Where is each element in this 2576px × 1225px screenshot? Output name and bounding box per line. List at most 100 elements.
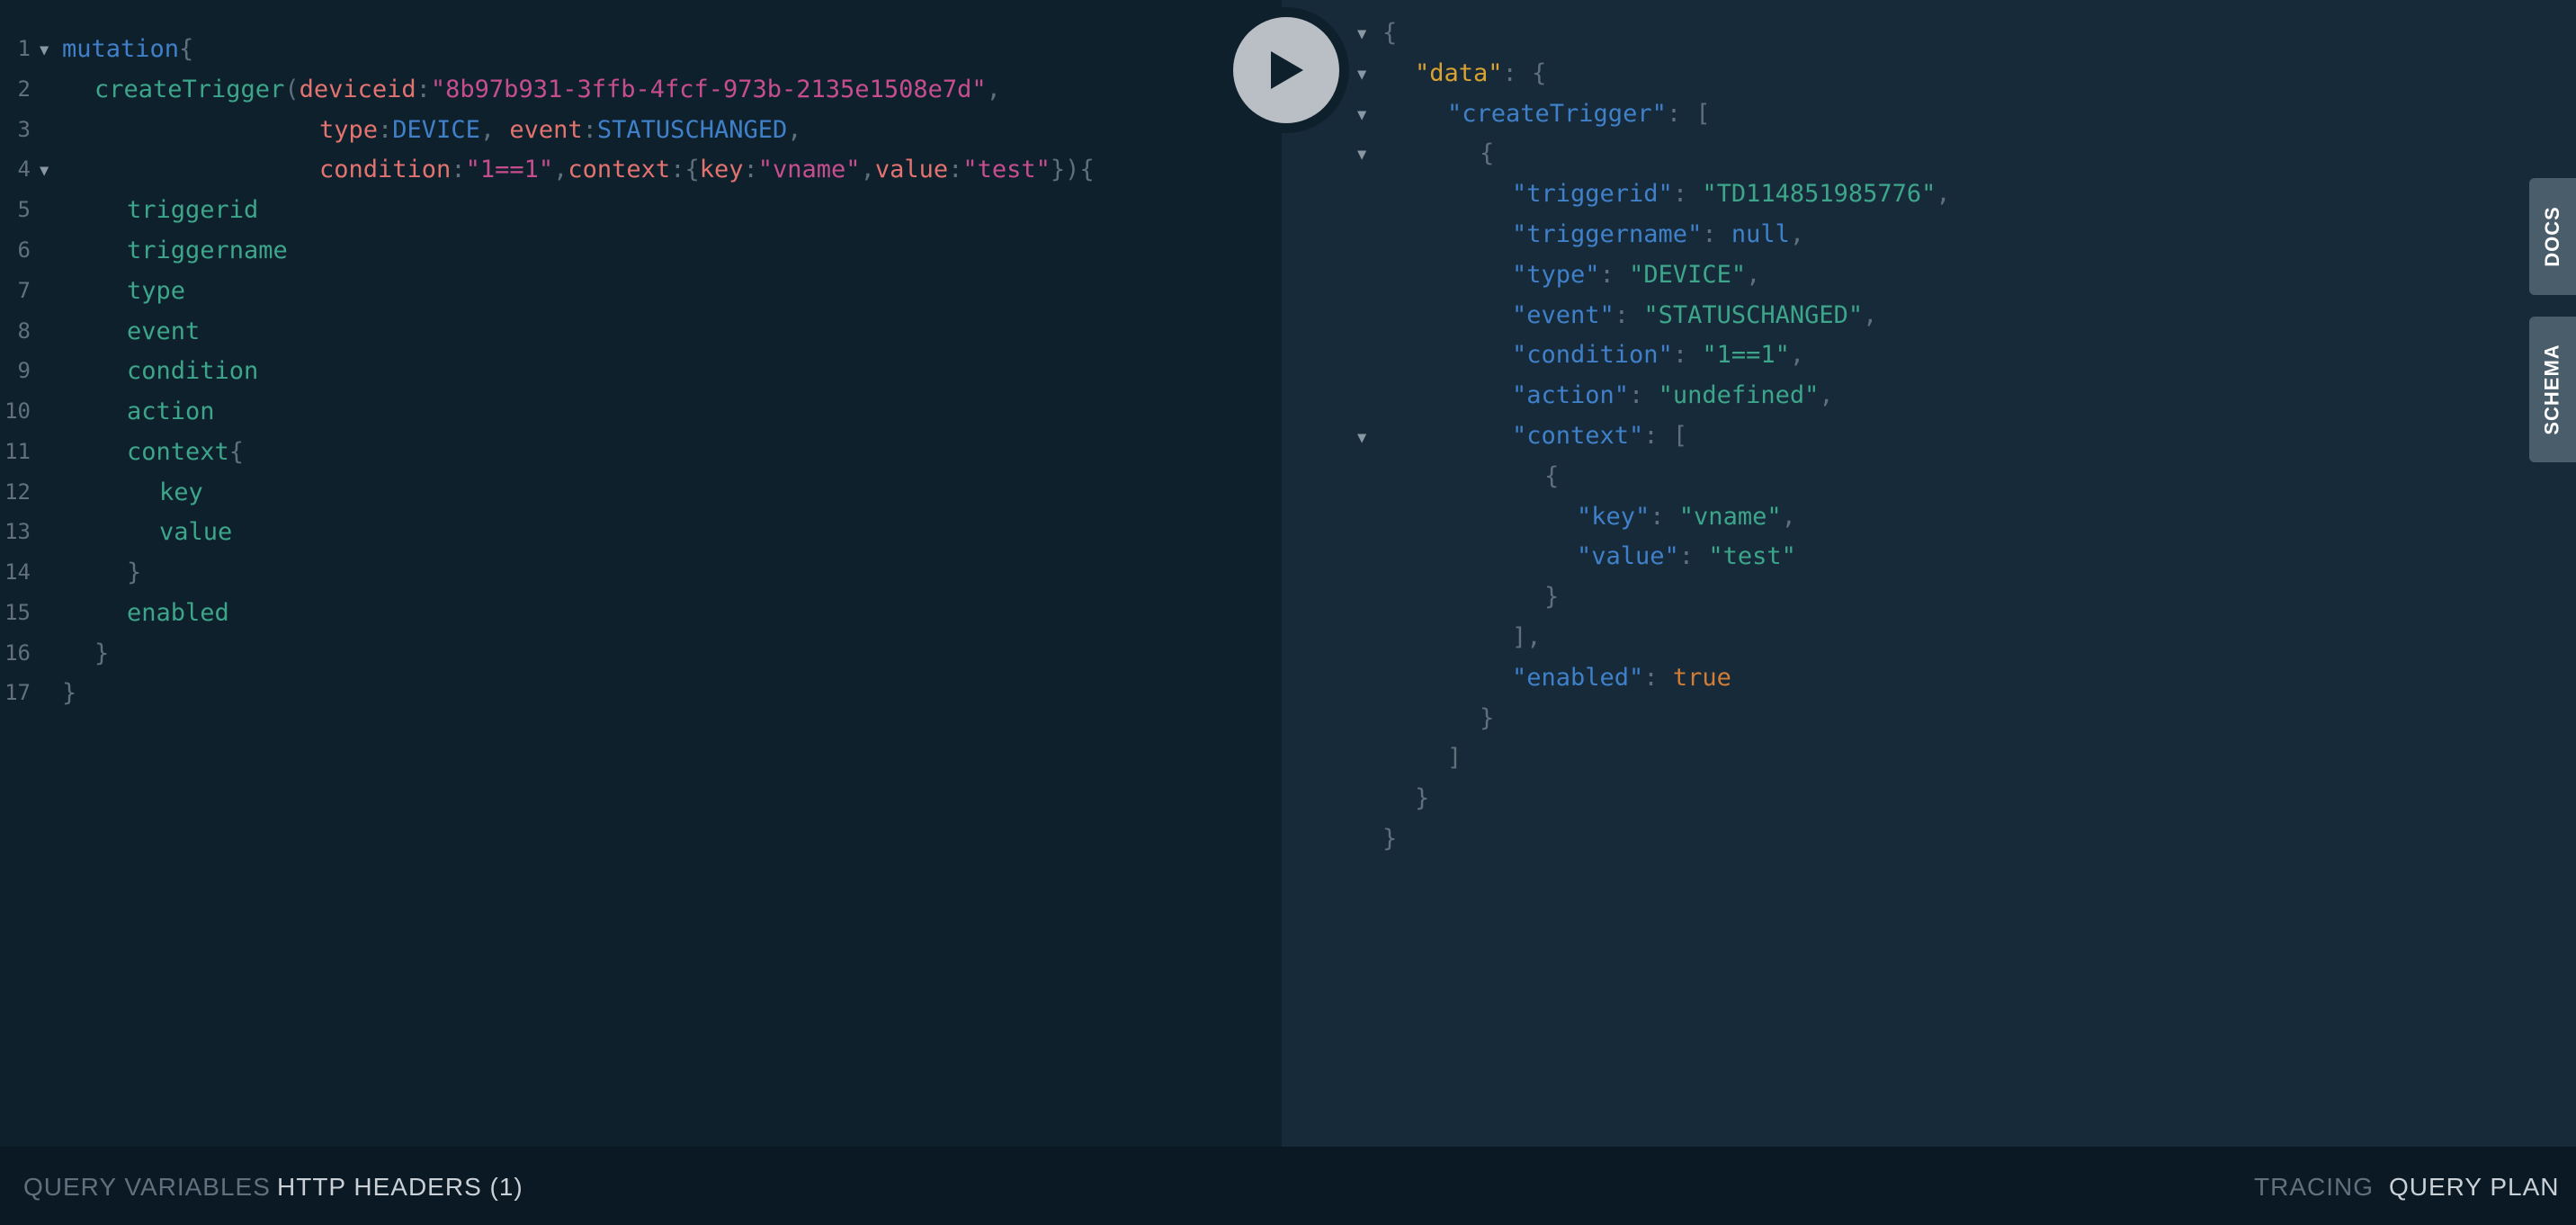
json-line: "triggername": null, [1512, 214, 1804, 255]
field-triggerid: triggerid [127, 196, 259, 224]
line-number: 8 [17, 318, 31, 344]
colon: : [582, 116, 597, 144]
line-number: 9 [17, 358, 31, 383]
json-key-data: "data" [1415, 59, 1503, 87]
json-value-type: "DEVICE" [1629, 261, 1747, 289]
json-line: "triggerid": "TD114851985776", [1512, 174, 1951, 214]
json-value-action: "undefined" [1658, 381, 1820, 409]
json-value-condition: "1==1" [1702, 341, 1790, 369]
docs-tab[interactable]: DOCS [2529, 178, 2576, 295]
play-button-ring [1223, 7, 1349, 133]
line-number: 3 [17, 117, 31, 142]
field-enabled: enabled [127, 599, 229, 627]
arg-deviceid-value: "8b97b931-3ffb-4fcf-973b-2135e1508e7d" [430, 76, 987, 103]
comma: , [553, 156, 568, 183]
brace: { [1532, 59, 1547, 87]
field-action: action [127, 398, 215, 425]
json-value-triggername: null [1731, 220, 1790, 248]
query-variables-tab[interactable]: QUERY VARIABLES [23, 1148, 271, 1225]
field-event: event [127, 317, 201, 345]
execute-query-button[interactable] [1233, 17, 1339, 123]
http-headers-tab[interactable]: HTTP HEADERS (1) [277, 1148, 523, 1225]
json-line: "context": [ [1512, 416, 1687, 456]
colon: : [1643, 422, 1673, 450]
field-key: key [159, 478, 203, 506]
fold-arrow-icon[interactable]: ▼ [1357, 55, 1366, 95]
code-line: type:DEVICE, event:STATUSCHANGED, [319, 110, 802, 150]
code-line: mutation{ [62, 29, 193, 69]
json-key-type: "type" [1512, 261, 1600, 289]
field-condition: condition [127, 357, 259, 385]
json-key-condition: "condition" [1512, 341, 1673, 369]
result-viewer[interactable]: ▼ ▼ ▼ ▼ ▼ { "data": { "createTrigger": [… [1282, 0, 2576, 1147]
json-line: "value": "test" [1577, 536, 1796, 577]
line-number: 15 [4, 600, 31, 625]
fold-arrow-icon[interactable]: ▼ [40, 151, 49, 192]
colon: : [1678, 542, 1709, 570]
json-key-enabled: "enabled" [1512, 664, 1644, 692]
comma: , [1819, 381, 1834, 409]
brace: { [1079, 156, 1095, 183]
json-bracket: ], [1512, 623, 1542, 651]
arg-type-value: DEVICE [392, 116, 480, 144]
line-number: 10 [4, 398, 31, 424]
comma: , [1789, 341, 1805, 369]
brace: { [179, 35, 194, 63]
json-line: "data": { [1415, 53, 1546, 94]
json-line: "event": "STATUSCHANGED", [1512, 295, 1877, 335]
json-brace: { [1480, 139, 1495, 167]
line-number: 14 [4, 559, 31, 585]
json-value-value: "test" [1708, 542, 1796, 570]
field-context: context [127, 438, 229, 466]
field-value: value [159, 518, 233, 546]
json-line: "enabled": true [1512, 657, 1731, 698]
fold-arrow-icon[interactable]: ▼ [1357, 14, 1366, 55]
arg-type: type [319, 116, 379, 144]
line-number: 4 [17, 156, 31, 182]
fold-arrow-icon[interactable]: ▼ [1357, 135, 1366, 175]
comma: , [860, 156, 875, 183]
fold-arrow-icon[interactable]: ▼ [1357, 95, 1366, 136]
docs-tab-label: DOCS [2541, 206, 2563, 267]
fold-arrow-icon[interactable]: ▼ [40, 31, 49, 71]
json-value-enabled: true [1672, 664, 1731, 692]
arg-context: context [568, 156, 671, 183]
arg-value-value: "test" [962, 156, 1051, 183]
json-brace: { [1382, 19, 1398, 47]
line-number: 17 [4, 680, 31, 705]
json-line: "action": "undefined", [1512, 375, 1834, 416]
comma: , [1781, 503, 1796, 531]
schema-tab[interactable]: SCHEMA [2529, 317, 2576, 462]
json-brace: { [1544, 462, 1560, 490]
tracing-tab[interactable]: TRACING [2254, 1148, 2374, 1225]
code-line: createTrigger(deviceid:"8b97b931-3ffb-4f… [94, 69, 1001, 110]
comma: , [1863, 301, 1878, 329]
json-key-value: "value" [1577, 542, 1679, 570]
colon: : [1650, 503, 1679, 531]
comma: , [986, 76, 1001, 103]
arg-event: event [509, 116, 583, 144]
line-number: 7 [17, 278, 31, 303]
comma: , [1746, 261, 1761, 289]
json-key-create-trigger: "createTrigger" [1447, 100, 1667, 128]
json-brace: } [1544, 583, 1560, 611]
play-icon [1271, 51, 1303, 89]
json-key-triggerid: "triggerid" [1512, 180, 1673, 208]
arg-condition-value: "1==1" [465, 156, 554, 183]
colon: : [416, 76, 431, 103]
colon: : [1629, 381, 1659, 409]
comma: , [787, 116, 802, 144]
fold-arrow-icon[interactable]: ▼ [1357, 418, 1366, 459]
mutation-keyword: mutation [62, 35, 180, 63]
line-number: 2 [17, 76, 31, 102]
separator: , [479, 116, 510, 144]
arg-value: value [874, 156, 949, 183]
line-number: 12 [4, 479, 31, 505]
json-key-key: "key" [1577, 503, 1650, 531]
bracket: [ [1695, 100, 1711, 128]
query-plan-tab[interactable]: QUERY PLAN [2389, 1148, 2559, 1225]
query-editor[interactable]: 1 2 3 4 5 6 7 8 9 10 11 12 13 14 15 16 1… [0, 0, 1282, 1147]
brace: } [127, 559, 142, 586]
brace: { [684, 156, 700, 183]
colon: : [1702, 220, 1731, 248]
